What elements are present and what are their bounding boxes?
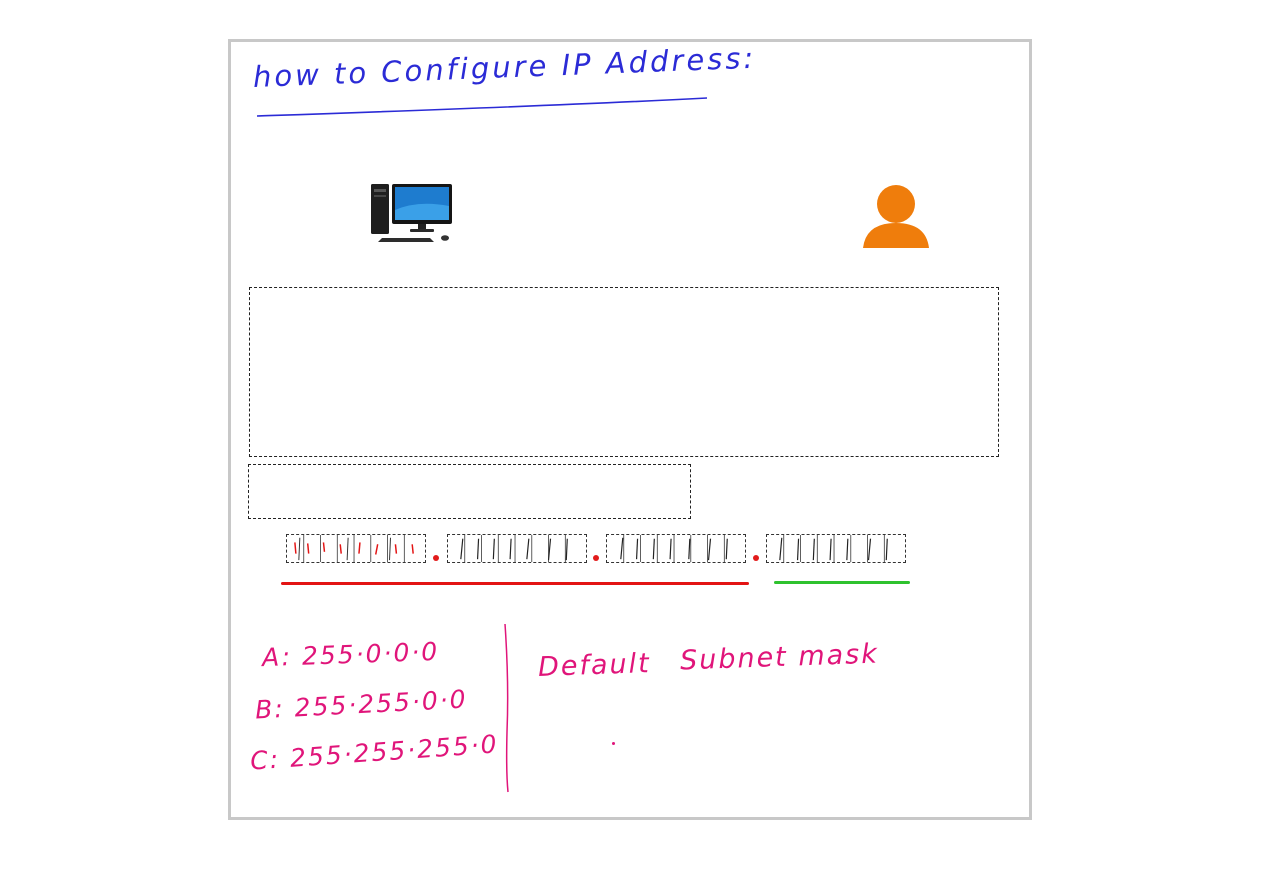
ip-octet-1 — [286, 534, 426, 563]
class-a-default-mask: A: 255·0·0·0 — [261, 636, 440, 673]
ip-octet-3 — [606, 534, 746, 563]
host-portion-underline — [774, 581, 910, 584]
title-underline — [256, 97, 708, 117]
network-portion-underline — [281, 582, 749, 585]
octet-separator-dot — [433, 555, 439, 561]
octet-separator-dot — [753, 555, 759, 561]
heading-default: Default — [537, 648, 652, 683]
user-person-icon — [863, 185, 929, 248]
ip-octet-4 — [766, 534, 906, 563]
desktop-computer-icon — [371, 184, 452, 242]
handwritten-divider — [504, 623, 509, 793]
octet-separator-dot — [593, 555, 599, 561]
ip-octet-2 — [447, 534, 587, 563]
empty-dashed-box-large — [249, 287, 999, 457]
stray-ink-dot — [612, 742, 615, 745]
empty-dashed-box-small — [248, 464, 691, 519]
